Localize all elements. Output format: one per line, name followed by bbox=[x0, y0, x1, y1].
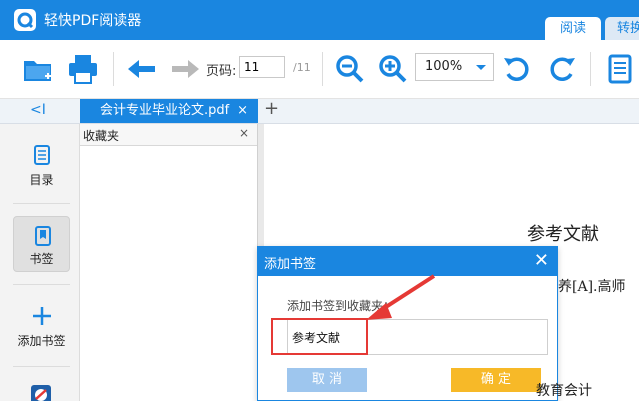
sidebar-item-label: 目录 bbox=[29, 173, 54, 187]
bookmark-panel-title: 收藏夹 bbox=[83, 129, 120, 143]
forward-arrow-icon[interactable] bbox=[168, 52, 202, 86]
close-icon[interactable]: ✕ bbox=[534, 250, 549, 271]
tab-convert[interactable]: 转换 bbox=[605, 17, 639, 40]
left-sidebar: 目录 书签 添加书签 bbox=[0, 124, 80, 401]
sidebar-item-add-bookmark[interactable]: 添加书签 bbox=[13, 297, 70, 353]
toolbar-separator bbox=[322, 52, 323, 86]
rotate-left-icon[interactable] bbox=[500, 52, 534, 86]
add-bookmark-icon bbox=[33, 307, 51, 325]
document-tab-label: 会计专业毕业论文.pdf bbox=[100, 103, 230, 118]
title-bar: 轻快PDF阅读器 阅读 转换 bbox=[0, 0, 639, 40]
highlight-annotation bbox=[271, 318, 368, 355]
annotation-arrow-icon bbox=[366, 274, 436, 320]
add-tab-button[interactable]: + bbox=[264, 98, 279, 119]
zoom-value: 100% bbox=[425, 59, 463, 74]
sidebar-item-bookmarks[interactable]: 书签 bbox=[13, 216, 70, 272]
toolbar: 页码: /11 100% bbox=[0, 40, 639, 99]
toolbar-separator bbox=[113, 52, 114, 86]
app-logo-icon bbox=[14, 9, 36, 31]
collapse-sidebar-button[interactable]: <I bbox=[30, 102, 46, 118]
notes-icon[interactable] bbox=[603, 52, 637, 86]
ok-button[interactable]: 确 定 bbox=[451, 368, 541, 392]
sidebar-separator bbox=[13, 203, 70, 204]
document-heading: 参考文献 bbox=[527, 224, 599, 245]
zoom-select[interactable]: 100% bbox=[415, 53, 494, 81]
close-icon[interactable]: × bbox=[239, 126, 249, 140]
sidebar-separator bbox=[13, 366, 70, 367]
toolbar-separator bbox=[590, 52, 591, 86]
zoom-in-icon[interactable] bbox=[376, 52, 410, 86]
bookmark-panel-header: 收藏夹 × bbox=[80, 124, 257, 146]
document-tab[interactable]: 会计专业毕业论文.pdf × bbox=[80, 99, 258, 123]
document-tab-strip: <I 会计专业毕业论文.pdf × + bbox=[0, 98, 639, 124]
bookmark-panel: 收藏夹 × bbox=[80, 124, 258, 401]
print-icon[interactable] bbox=[66, 52, 100, 86]
document-text-line: 教育会计 bbox=[536, 383, 592, 399]
open-folder-icon[interactable] bbox=[21, 52, 55, 86]
app-title: 轻快PDF阅读器 bbox=[44, 13, 142, 29]
sidebar-item-label: 书签 bbox=[29, 252, 54, 266]
chevron-down-icon bbox=[476, 65, 486, 70]
rotate-right-icon[interactable] bbox=[545, 52, 579, 86]
sidebar-separator bbox=[13, 284, 70, 285]
page-label: 页码: bbox=[206, 64, 237, 79]
cancel-button[interactable]: 取 消 bbox=[287, 368, 367, 392]
zoom-out-icon[interactable] bbox=[333, 52, 367, 86]
sidebar-item-toc[interactable]: 目录 bbox=[13, 136, 70, 192]
tool-icon[interactable] bbox=[30, 384, 52, 401]
toc-icon bbox=[34, 145, 50, 165]
sidebar-item-label: 添加书签 bbox=[17, 334, 66, 348]
bookmark-icon bbox=[35, 226, 51, 246]
back-arrow-icon[interactable] bbox=[125, 52, 159, 86]
page-number-input[interactable] bbox=[239, 56, 285, 78]
page-total: /11 bbox=[293, 61, 311, 74]
dialog-title: 添加书签 bbox=[264, 257, 317, 272]
tab-read[interactable]: 阅读 bbox=[545, 17, 601, 40]
close-icon[interactable]: × bbox=[237, 99, 248, 123]
